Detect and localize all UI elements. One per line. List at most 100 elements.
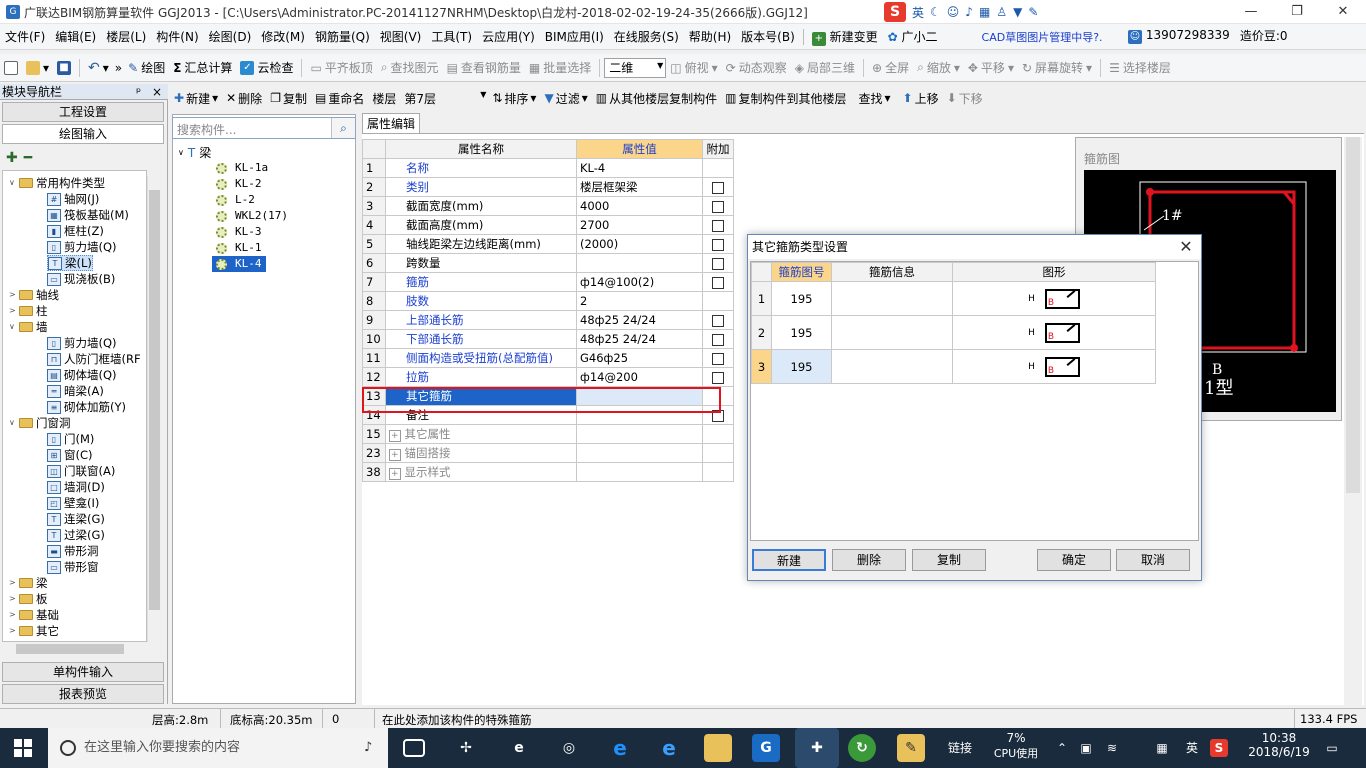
mic-icon[interactable]: ♪ [364, 728, 372, 768]
stirrup-code[interactable]: 195 [771, 315, 832, 350]
person-icon[interactable]: ♙ [996, 5, 1007, 19]
copy-to-floor-button[interactable]: ▥ 复制构件到其他楼层 [721, 90, 850, 107]
component-item[interactable]: KL-1a [216, 160, 268, 176]
view-rebar-button[interactable]: ▤ 查看钢筋量 [443, 59, 525, 76]
save-button[interactable]: ■ [53, 60, 75, 75]
new-change-button[interactable]: + 新建变更 [807, 28, 883, 46]
tree-item[interactable]: ▤ 砌体墙(Q) [47, 367, 117, 383]
stirrup-code[interactable]: 195 [771, 349, 832, 384]
title-bar[interactable]: G 广联达BIM钢筋算量软件 GGJ2013 - [C:\Users\Admin… [0, 0, 1366, 24]
component-item-selected[interactable]: KL-4 [212, 256, 266, 272]
dialog-copy-button[interactable]: 复制 [912, 549, 986, 571]
open-button[interactable]: ▾ [22, 60, 53, 75]
component-item[interactable]: KL-3 [216, 224, 262, 240]
prop-value[interactable]: 楼层框架梁 [576, 177, 703, 197]
view-mode-select[interactable]: 二维 ▼ [604, 57, 667, 78]
ime-lang[interactable]: 英 [912, 4, 924, 21]
property-row[interactable]: 7 箍筋 ф14@100(2) [362, 272, 734, 292]
toggle-icon[interactable]: ∨ [9, 175, 19, 191]
tray-link[interactable]: 链接 [944, 728, 976, 768]
tree-item[interactable]: > 轴线 [9, 287, 59, 303]
menu-bim[interactable]: BIM应用(I) [540, 28, 609, 45]
stirrup-code[interactable]: 195 [771, 281, 832, 316]
tree-item[interactable]: > 板 [9, 591, 48, 607]
find-button[interactable]: 查找 ▾ [850, 90, 898, 107]
zoom-button[interactable]: ⌕ 缩放 ▾ [913, 59, 964, 76]
overflow-button[interactable]: » [113, 61, 124, 75]
tree-item[interactable]: T 过梁(G) [47, 527, 105, 543]
tree-item[interactable]: T 连梁(G) [47, 511, 105, 527]
new-component-button[interactable]: ✚ 新建 ▾ [170, 90, 222, 107]
tree-item[interactable]: ▮ 框柱(Z) [47, 223, 104, 239]
dialog-close-icon[interactable]: ✕ [1176, 237, 1196, 257]
tree-item[interactable]: ▯ 剪力墙(Q) [47, 335, 117, 351]
stirrup-shape[interactable]: HB [952, 349, 1156, 384]
tree-item[interactable]: ⊞ 窗(C) [47, 447, 93, 463]
extra-checkbox[interactable] [712, 314, 724, 327]
project-settings-button[interactable]: 工程设置 [2, 102, 164, 122]
tree-item[interactable]: ∨ 墙 [9, 319, 48, 335]
edge-app-icon[interactable]: e [606, 734, 634, 762]
menu-rebar[interactable]: 钢筋量(Q) [310, 28, 375, 45]
dynamic-view-button[interactable]: ⟳ 动态观察 [722, 59, 791, 76]
top-view-button[interactable]: ◫ 俯视 ▾ [666, 59, 721, 76]
new-file-button[interactable] [0, 60, 22, 75]
tree-item[interactable]: ∨ 常用构件类型 [9, 175, 105, 191]
screen-rotate-button[interactable]: ↻ 屏幕旋转 ▾ [1018, 59, 1096, 76]
menu-view[interactable]: 视图(V) [375, 28, 427, 45]
toggle-icon[interactable]: ∨ [9, 319, 19, 335]
tree-item[interactable]: □ 墙洞(D) [47, 479, 105, 495]
toggle-icon[interactable]: ∨ [178, 148, 184, 157]
tray-clock[interactable]: 10:38 2018/6/19 [1244, 731, 1314, 768]
stirrup-row[interactable]: 2 195 HB [751, 315, 1156, 350]
property-row[interactable]: 10 下部通长筋 48ф25 24/24 [362, 329, 734, 349]
stirrup-shape[interactable]: HB [952, 281, 1156, 316]
tree-item[interactable]: ∨ 门窗洞 [9, 415, 71, 431]
prop-value[interactable]: KL-4 [576, 158, 703, 178]
tree-item[interactable]: ═ 暗梁(A) [47, 383, 104, 399]
file-explorer-icon[interactable] [704, 734, 732, 762]
active-app-icon[interactable]: ✚ [795, 728, 839, 768]
keyboard-icon[interactable]: ▦ [1150, 728, 1174, 768]
windows-start-icon[interactable] [14, 739, 32, 757]
tree-item[interactable]: ▭ 带形窗 [47, 559, 99, 575]
notification-icon[interactable]: ▭ [1322, 728, 1342, 768]
filter-button[interactable]: ▼ 过滤 ▾ [540, 90, 591, 107]
property-group-row[interactable]: 38 + 显示样式 [362, 462, 734, 482]
drawing-input-button[interactable]: 绘图输入 [2, 124, 164, 144]
property-row[interactable]: 6 跨数量 [362, 253, 734, 273]
menu-floor[interactable]: 楼层(L) [101, 28, 151, 45]
moon-icon[interactable]: ☾ [930, 5, 941, 19]
rename-button[interactable]: ▤ 重命名 [311, 90, 368, 107]
fan-app-icon[interactable]: ✢ [452, 734, 480, 762]
restore-button[interactable]: ❐ [1274, 0, 1320, 24]
close-panel-icon[interactable]: × [152, 84, 162, 100]
extra-checkbox[interactable] [712, 181, 724, 194]
tree-vertical-scrollbar[interactable] [147, 176, 161, 642]
property-row[interactable]: 11 侧面构造或受扭筋(总配筋值) G46ф25 [362, 348, 734, 368]
tree-item[interactable]: > 其它 [9, 623, 59, 639]
select-floor-button[interactable]: ☰ 选择楼层 [1105, 59, 1175, 76]
search-icon[interactable]: ⌕ [331, 118, 355, 138]
prop-value[interactable]: 48ф25 24/24 [576, 310, 703, 330]
stirrup-info[interactable] [831, 349, 953, 384]
property-row[interactable]: 8 肢数 2 [362, 291, 734, 311]
prop-value[interactable]: 2 [576, 291, 703, 311]
smile-icon[interactable]: ☺ [947, 5, 960, 19]
tree-item[interactable]: ▦ 筏板基础(M) [47, 207, 129, 223]
toggle-icon[interactable]: > [9, 623, 19, 639]
prop-value[interactable]: G46ф25 [576, 348, 703, 368]
sum-button[interactable]: Σ 汇总计算 [169, 59, 236, 76]
menu-tools[interactable]: 工具(T) [426, 28, 477, 45]
taskbar-search-input[interactable]: 在这里输入你要搜索的内容 [84, 740, 240, 755]
menu-version[interactable]: 版本号(B) [736, 28, 800, 45]
undo-button[interactable]: ↶ ▾ [84, 60, 113, 76]
extra-checkbox[interactable] [712, 257, 724, 270]
copy-button[interactable]: ❐ 复制 [266, 90, 311, 107]
chevron-up-icon[interactable]: ⌃ [1054, 728, 1070, 768]
menu-modify[interactable]: 修改(M) [256, 28, 310, 45]
mic-icon[interactable]: ♪ [965, 5, 973, 19]
prop-value[interactable]: 4000 [576, 196, 703, 216]
property-row[interactable]: 12 拉筋 ф14@200 [362, 367, 734, 387]
tree-item[interactable]: ▯ 门(M) [47, 431, 94, 447]
